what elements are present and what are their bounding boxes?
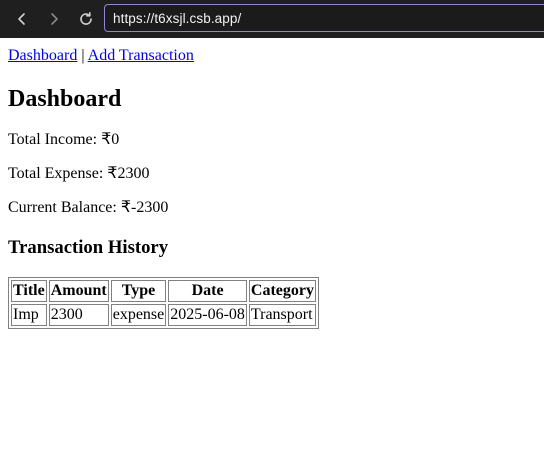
total-income: Total Income: ₹0 [8,131,536,149]
browser-toolbar: https://t6xsjl.csb.app/ [0,0,544,38]
page-content: Dashboard | Add Transaction Dashboard To… [0,38,544,329]
chevron-right-icon [51,13,58,25]
column-header-title: Title [11,280,47,302]
transaction-table: Title Amount Type Date Category Imp 2300… [8,277,319,329]
cell-date: 2025-06-08 [168,304,247,326]
table-row: Imp 2300 expense 2025-06-08 Transport [11,304,316,326]
forward-button[interactable] [42,7,66,31]
table-header-row: Title Amount Type Date Category [11,280,316,302]
cell-amount: 2300 [48,304,109,326]
column-header-amount: Amount [48,280,109,302]
current-balance-value: ₹-2300 [120,199,169,216]
top-nav: Dashboard | Add Transaction [8,46,536,65]
transaction-history-heading: Transaction History [8,237,169,258]
column-header-type: Type [110,280,167,302]
dashboard-link[interactable]: Dashboard [8,47,77,64]
address-url: https://t6xsjl.csb.app/ [113,10,242,26]
current-balance-label: Current Balance: [8,199,121,216]
current-balance: Current Balance: ₹-2300 [8,199,536,217]
back-button[interactable] [10,7,34,31]
cell-category: Transport [248,304,316,326]
reload-icon [80,12,92,25]
total-income-value: ₹0 [101,131,120,148]
total-expense-value: ₹2300 [107,165,150,182]
cell-type: expense [110,304,167,326]
nav-separator: | [81,47,85,64]
column-header-date: Date [168,280,247,302]
total-income-label: Total Income: [8,131,102,148]
total-expense: Total Expense: ₹2300 [8,165,536,183]
column-header-category: Category [248,280,316,302]
page-title: Dashboard [8,86,122,112]
address-bar[interactable]: https://t6xsjl.csb.app/ [104,4,544,32]
cell-title: Imp [11,304,47,326]
total-expense-label: Total Expense: [8,165,108,182]
reload-button[interactable] [74,7,98,31]
chevron-left-icon [18,13,25,25]
add-transaction-link[interactable]: Add Transaction [88,47,194,64]
